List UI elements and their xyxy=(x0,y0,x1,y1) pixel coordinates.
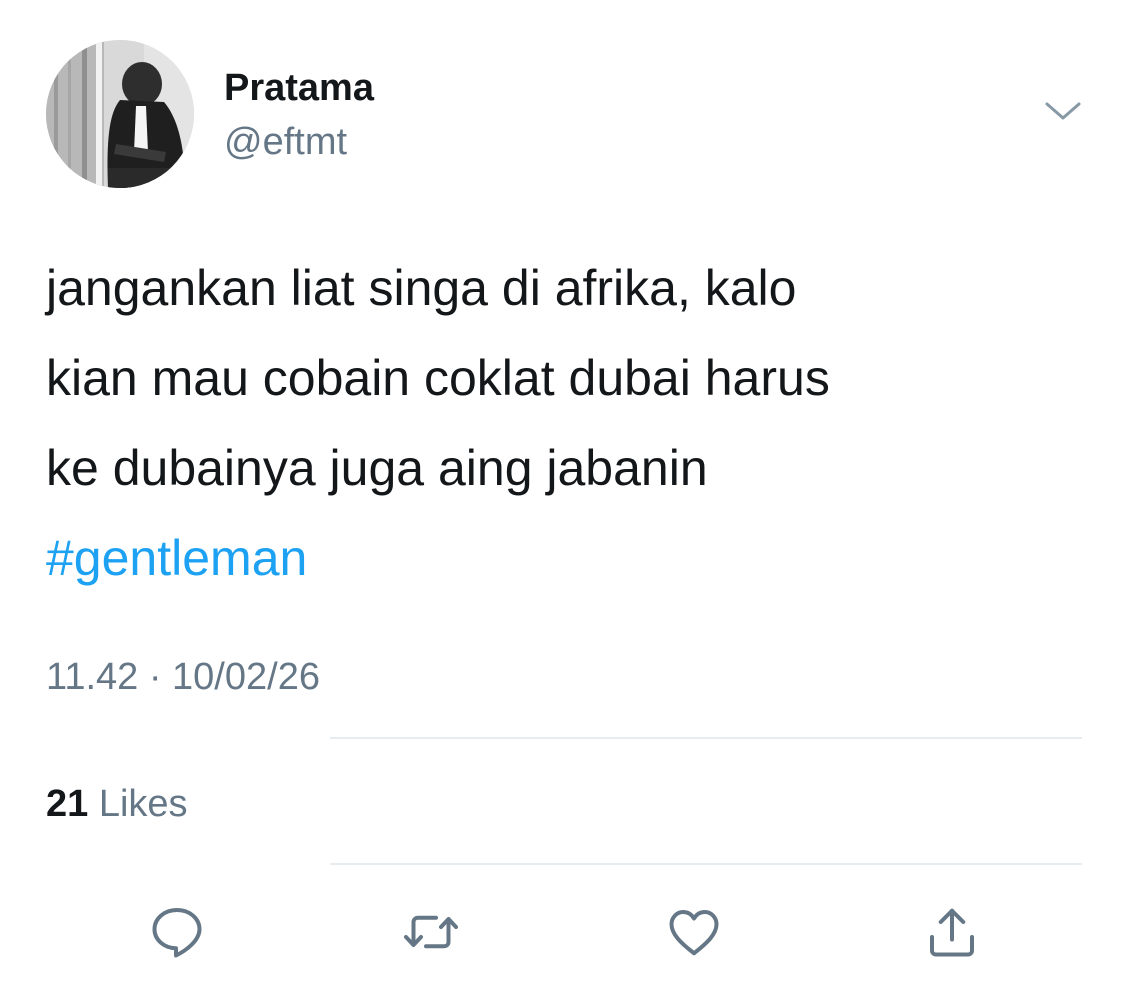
likes-stat[interactable]: 21 Likes xyxy=(46,778,188,830)
tweet-text-line: jangankan liat singa di afrika, kalo xyxy=(46,260,797,316)
retweet-button[interactable] xyxy=(399,900,463,964)
divider xyxy=(330,737,1082,739)
tweet-timestamp[interactable]: 11.42 · 10/02/26 xyxy=(46,651,320,703)
user-handle[interactable]: @eftmt xyxy=(224,118,347,166)
heart-icon xyxy=(669,910,719,956)
display-name[interactable]: Pratama xyxy=(224,64,374,112)
avatar-photo xyxy=(46,40,194,188)
reply-icon xyxy=(152,908,202,958)
share-icon xyxy=(930,908,974,957)
share-button[interactable] xyxy=(920,900,984,964)
reply-button[interactable] xyxy=(145,900,209,964)
chevron-down-icon[interactable] xyxy=(1043,96,1083,126)
tweet-text: jangankan liat singa di afrika, kalo kia… xyxy=(46,243,1086,603)
like-button[interactable] xyxy=(662,900,726,964)
avatar[interactable] xyxy=(46,40,194,188)
divider xyxy=(330,863,1082,865)
tweet-text-line: ke dubainya juga aing jabanin xyxy=(46,440,708,496)
tweet-text-line: kian mau cobain coklat dubai harus xyxy=(46,350,830,406)
retweet-icon xyxy=(404,915,458,949)
likes-count: 21 xyxy=(46,783,89,825)
likes-label: Likes xyxy=(98,783,188,825)
hashtag-link[interactable]: #gentleman xyxy=(46,513,1086,603)
